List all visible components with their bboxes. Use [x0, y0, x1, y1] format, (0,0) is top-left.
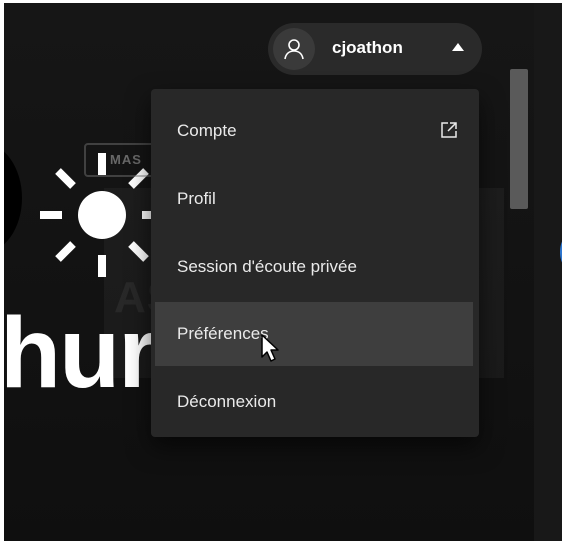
menu-item-label: Session d'écoute privée [177, 257, 357, 276]
scrollbar-thumb[interactable] [510, 69, 528, 209]
hero-album-art [4, 143, 22, 253]
avatar [273, 28, 315, 70]
menu-item-private-session[interactable]: Session d'écoute privée [155, 235, 473, 299]
watermark-badge-text: MAS [110, 152, 142, 167]
menu-item-label: Déconnexion [177, 392, 277, 411]
menu-item-account[interactable]: Compte [155, 99, 473, 163]
external-link-icon [441, 122, 457, 138]
caret-up-icon [452, 43, 464, 51]
app-window: MAS ASTUCES hur A C V I I V cjoathon Com… [4, 3, 562, 541]
menu-item-label: Compte [177, 121, 237, 140]
user-dropdown-menu: Compte Profil Session d'écoute privée Pr… [151, 89, 479, 437]
user-menu-button[interactable]: cjoathon [268, 23, 482, 75]
hero-title: hur [4, 297, 157, 409]
user-icon [284, 39, 304, 60]
menu-item-preferences[interactable]: Préférences [155, 302, 473, 366]
menu-item-label: Préférences [177, 324, 269, 343]
menu-item-logout[interactable]: Déconnexion [155, 370, 473, 434]
username: cjoathon [332, 38, 403, 57]
menu-item-profile[interactable]: Profil [155, 167, 473, 231]
menu-item-label: Profil [177, 189, 216, 208]
side-panel-avatar[interactable] [560, 237, 562, 267]
right-side-panel: A C V I I V [534, 3, 562, 541]
mouse-cursor-icon [261, 334, 279, 362]
